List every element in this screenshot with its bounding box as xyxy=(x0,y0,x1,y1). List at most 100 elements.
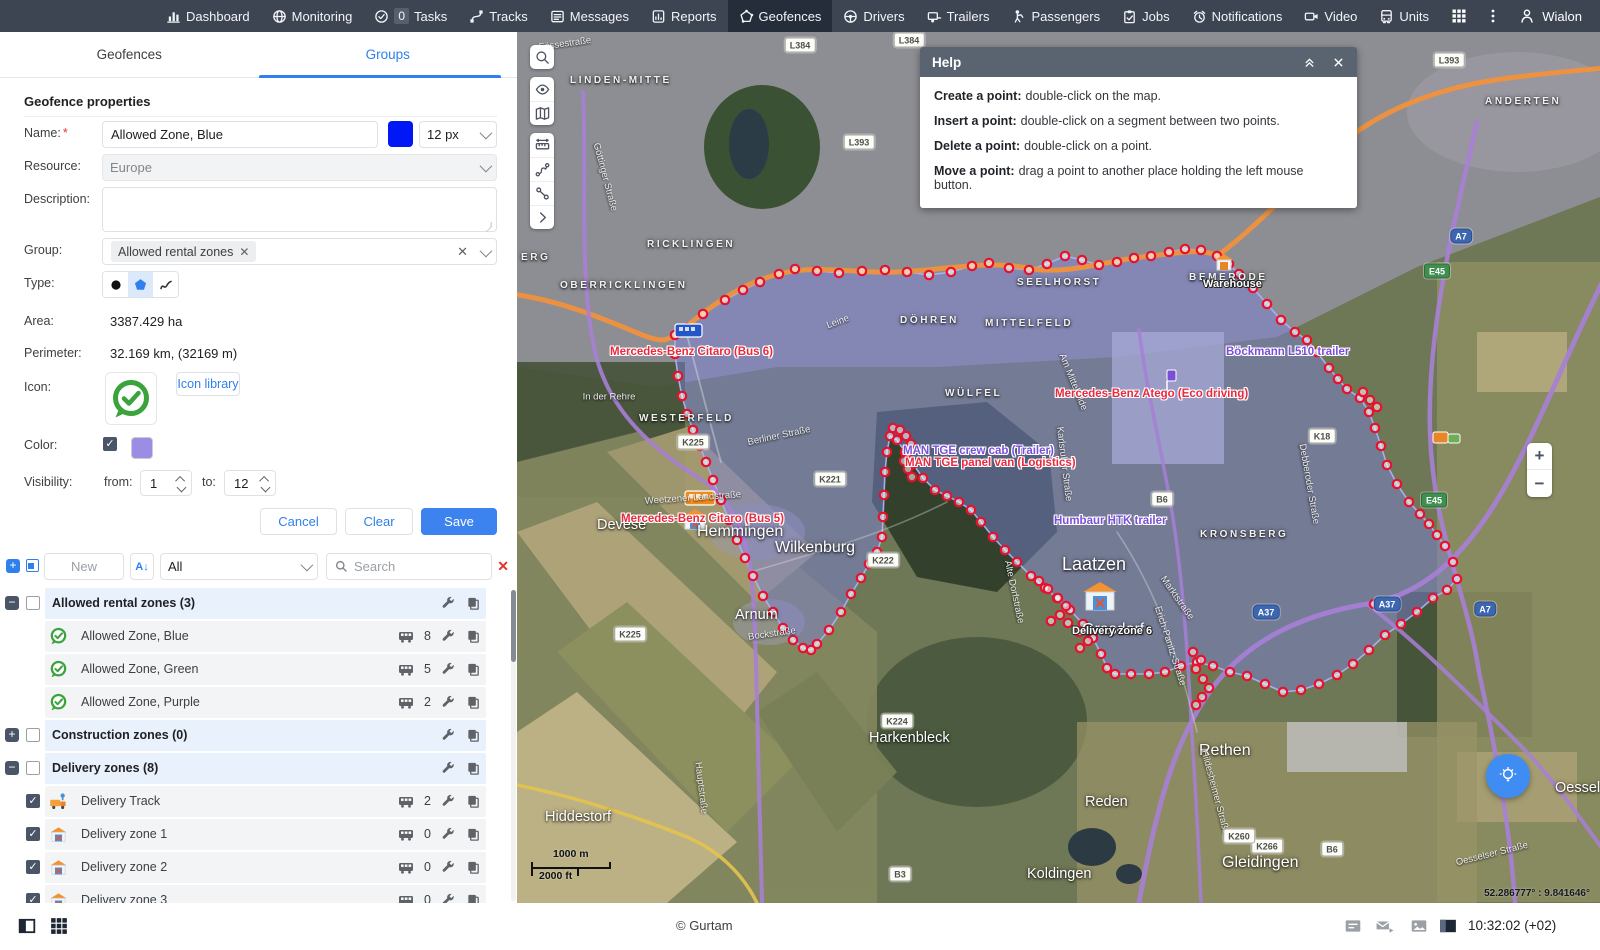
geofence-vertex-point[interactable] xyxy=(791,265,799,273)
type-line-button[interactable] xyxy=(153,272,178,297)
color-checkbox[interactable]: ✓ xyxy=(103,437,117,451)
geofence-icon-preview[interactable] xyxy=(105,372,157,425)
geofence-vertex-point[interactable] xyxy=(702,458,710,466)
geofence-vertex-point[interactable] xyxy=(1192,701,1200,709)
geofence-vertex-point[interactable] xyxy=(977,518,985,526)
geofence-vertex-point[interactable] xyxy=(1161,668,1169,676)
nav-item-jobs[interactable]: Jobs xyxy=(1111,0,1180,32)
geofence-vertex-point[interactable] xyxy=(1365,646,1373,654)
geofence-vertex-point[interactable] xyxy=(1453,575,1461,583)
geofence-vertex-point[interactable] xyxy=(683,410,691,418)
geofence-vertex-point[interactable] xyxy=(799,644,807,652)
geofence-vertex-point[interactable] xyxy=(837,608,845,616)
geofence-vertex-point[interactable] xyxy=(1044,585,1052,593)
geofence-vertex-point[interactable] xyxy=(1343,385,1351,393)
geofence-vertex-point[interactable] xyxy=(1001,546,1009,554)
geofence-vertex-point[interactable] xyxy=(1078,256,1086,264)
geofence-vertex-point[interactable] xyxy=(1397,620,1405,628)
nav-item-video[interactable]: Video xyxy=(1293,0,1368,32)
geofence-vertex-point[interactable] xyxy=(825,626,833,634)
geofence-vertex-point[interactable] xyxy=(1005,264,1013,272)
geofence-vertex-point[interactable] xyxy=(1084,637,1092,645)
tab-groups[interactable]: Groups xyxy=(259,32,518,77)
geofence-vertex-point[interactable] xyxy=(947,268,955,276)
group-combo[interactable]: Allowed rental zones ✕ xyxy=(102,238,497,265)
geofence-vertex-point[interactable] xyxy=(1103,664,1111,672)
geofence-vertex-point[interactable] xyxy=(813,267,821,275)
geofence-vertex-point[interactable] xyxy=(1313,348,1321,356)
geofence-vertex-point[interactable] xyxy=(1111,670,1119,678)
geofence-vertex-point[interactable] xyxy=(1433,531,1441,539)
geofence-vertex-point[interactable] xyxy=(1097,650,1105,658)
geofence-vertex-point[interactable] xyxy=(1043,260,1051,268)
geofence-vertex-point[interactable] xyxy=(1235,270,1243,278)
geofence-vertex-point[interactable] xyxy=(1370,600,1378,608)
geofence-vertex-point[interactable] xyxy=(1441,542,1449,550)
geofence-vertex-point[interactable] xyxy=(1381,631,1389,639)
map-tool-points-button[interactable] xyxy=(530,181,554,205)
nav-item-drivers[interactable]: Drivers xyxy=(832,0,915,32)
properties-icon[interactable] xyxy=(441,629,456,644)
panel-toggle-icon[interactable] xyxy=(16,917,38,935)
geofence-vertex-point[interactable] xyxy=(1429,594,1437,602)
geofence-vertex-point[interactable] xyxy=(1145,670,1153,678)
copy-icon[interactable] xyxy=(466,860,481,875)
geofence-group-row[interactable]: +Construction zones (0) xyxy=(0,720,517,751)
geofence-vertex-point[interactable] xyxy=(1013,558,1021,566)
geofence-vertex-point[interactable] xyxy=(919,474,927,482)
geofence-vertex-point[interactable] xyxy=(1076,644,1084,652)
geofence-vertex-point[interactable] xyxy=(674,372,682,380)
map-tool-route-s-button[interactable] xyxy=(530,157,554,181)
row-checkbox[interactable] xyxy=(26,761,40,775)
tab-geofences[interactable]: Geofences xyxy=(0,32,259,77)
type-polygon-button[interactable] xyxy=(128,272,153,297)
geofence-vertex-point[interactable] xyxy=(789,636,797,644)
geofence-vertex-point[interactable] xyxy=(756,278,764,286)
kebab-menu-icon[interactable] xyxy=(1485,8,1501,24)
geofence-vertex-point[interactable] xyxy=(1047,617,1055,625)
copy-icon[interactable] xyxy=(466,629,481,644)
geofence-vertex-point[interactable] xyxy=(699,310,707,318)
geofence-vertex-point[interactable] xyxy=(741,554,749,562)
copy-icon[interactable] xyxy=(466,662,481,677)
mail-export-icon[interactable] xyxy=(1374,917,1396,935)
geofence-vertex-point[interactable] xyxy=(879,513,887,521)
geofence-item-row[interactable]: ✓Delivery zone 10 xyxy=(0,819,517,850)
geofence-vertex-point[interactable] xyxy=(1075,628,1083,636)
properties-icon[interactable] xyxy=(441,662,456,677)
nav-item-notifications[interactable]: Notifications xyxy=(1181,0,1294,32)
geofence-vertex-point[interactable] xyxy=(881,266,889,274)
geofence-vertex-point[interactable] xyxy=(1263,300,1271,308)
user-menu[interactable]: Wialon xyxy=(1519,8,1582,24)
geofence-vertex-point[interactable] xyxy=(1349,660,1357,668)
geofence-vertex-point[interactable] xyxy=(1199,675,1207,683)
geofence-vertex-point[interactable] xyxy=(955,498,963,506)
copy-icon[interactable] xyxy=(466,728,481,743)
geofence-item-row[interactable]: ✓Delivery Track2 xyxy=(0,786,517,817)
geofence-vertex-point[interactable] xyxy=(1192,665,1200,673)
geofence-vertex-point[interactable] xyxy=(1062,602,1070,610)
geofence-vertex-point[interactable] xyxy=(883,448,891,456)
geofence-vertex-point[interactable] xyxy=(865,560,873,568)
apps-grid-icon[interactable] xyxy=(1451,8,1467,24)
geofence-vertex-point[interactable] xyxy=(759,592,767,600)
type-circle-button[interactable] xyxy=(103,272,128,297)
geofence-vertex-point[interactable] xyxy=(1189,648,1197,656)
filter-select[interactable]: All xyxy=(160,553,318,580)
properties-icon[interactable] xyxy=(441,794,456,809)
geofence-vertex-point[interactable] xyxy=(1325,364,1333,372)
geofence-vertex-point[interactable] xyxy=(925,271,933,279)
zone-color-swatch[interactable] xyxy=(131,437,153,459)
row-checkbox[interactable] xyxy=(26,728,40,742)
save-button[interactable]: Save xyxy=(421,508,497,535)
collapse-icon[interactable]: − xyxy=(5,761,19,775)
geofence-vertex-point[interactable] xyxy=(1095,261,1103,269)
geofence-vertex-point[interactable] xyxy=(1393,480,1401,488)
geofence-vertex-point[interactable] xyxy=(769,608,777,616)
geofence-vertex-point[interactable] xyxy=(1249,284,1257,292)
geofence-vertex-point[interactable] xyxy=(1333,671,1341,679)
stepper-arrows[interactable] xyxy=(175,476,191,491)
geofence-vertex-point[interactable] xyxy=(1373,403,1381,411)
geofence-vertex-point[interactable] xyxy=(1303,336,1311,344)
sort-button[interactable]: A↓ xyxy=(130,553,154,580)
